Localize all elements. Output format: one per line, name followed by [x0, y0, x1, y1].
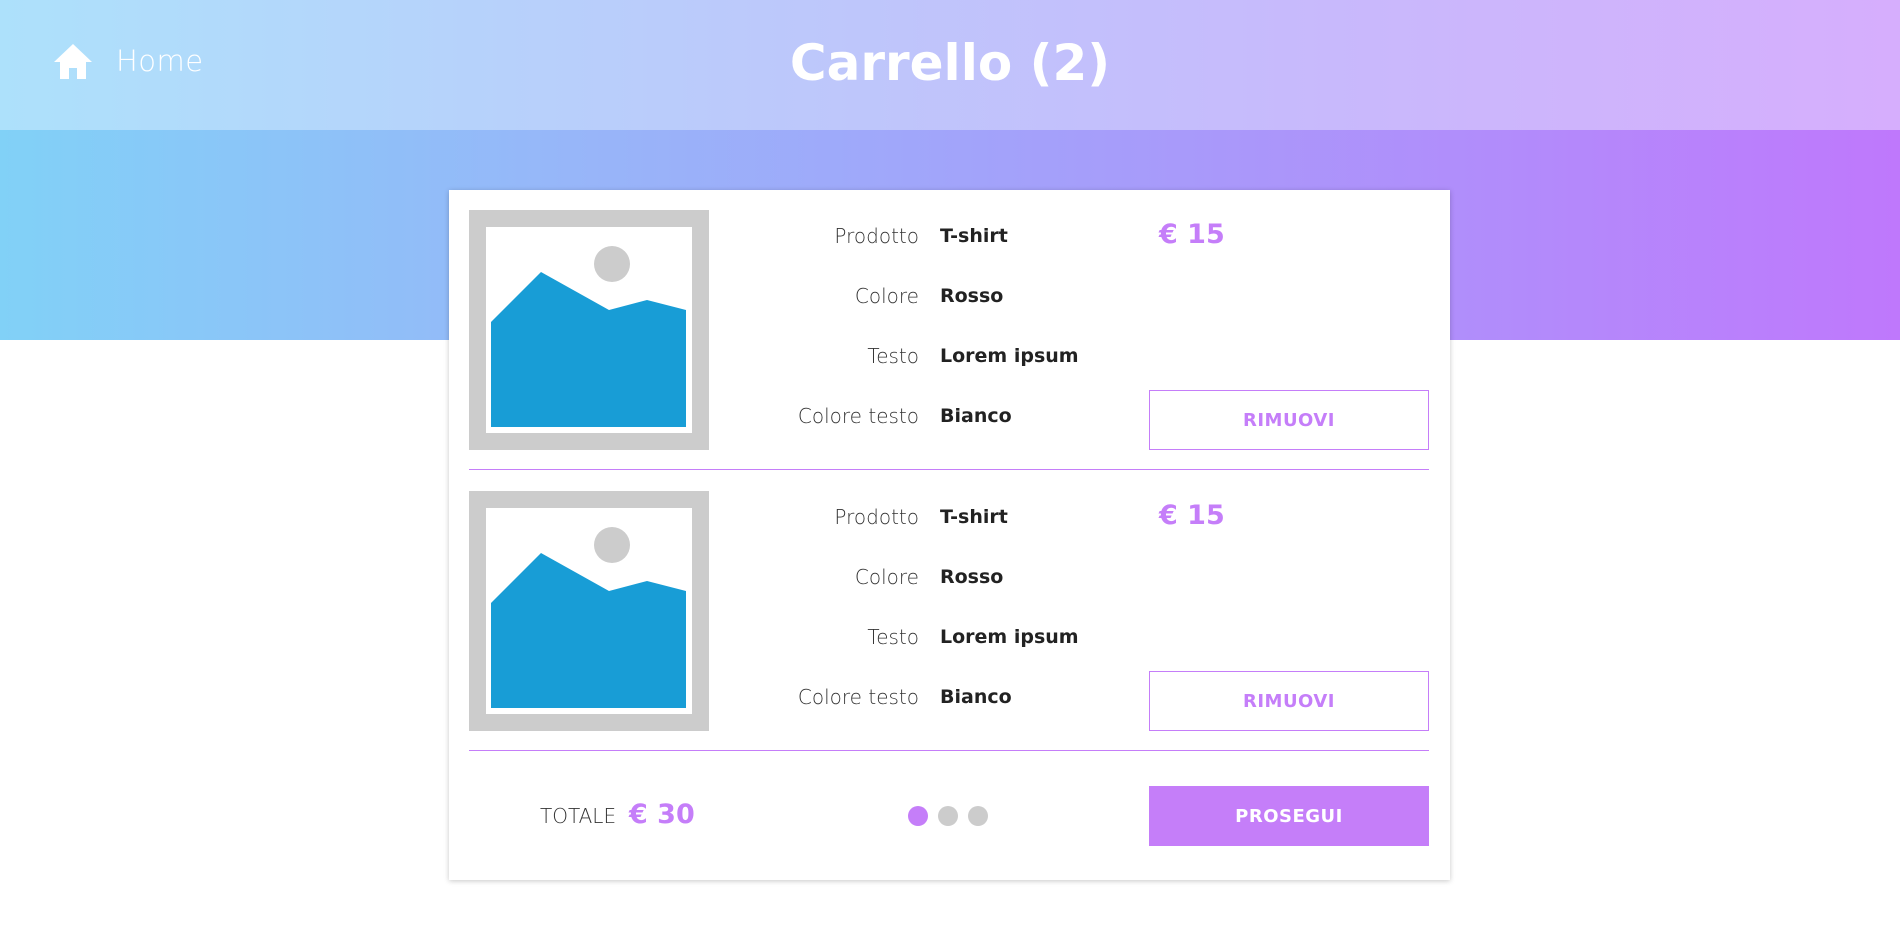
attribute-label: Colore — [854, 565, 919, 589]
cart-card: Prodotto T-shirt Colore Rosso Testo Lore… — [449, 190, 1450, 880]
cart-item: Prodotto T-shirt Colore Rosso Testo Lore… — [469, 491, 1429, 731]
item-price: € 15 — [1159, 500, 1225, 531]
step-indicator — [908, 806, 988, 826]
attribute-value: Rosso — [940, 285, 1004, 307]
attribute-row-colore: Colore Rosso — [719, 562, 1169, 592]
attribute-row-prodotto: Prodotto T-shirt — [719, 221, 1169, 251]
attribute-label: Prodotto — [834, 224, 919, 248]
cart-item: Prodotto T-shirt Colore Rosso Testo Lore… — [469, 210, 1429, 450]
attribute-label: Colore testo — [797, 404, 919, 428]
item-divider — [469, 469, 1429, 470]
image-placeholder-icon — [469, 210, 709, 450]
attribute-value: Lorem ipsum — [940, 345, 1079, 367]
remove-button[interactable]: RIMUOVI — [1149, 390, 1429, 450]
step-dot-active[interactable] — [908, 806, 928, 826]
image-placeholder-icon — [469, 491, 709, 731]
continue-button[interactable]: PROSEGUI — [1149, 786, 1429, 846]
step-dot[interactable] — [968, 806, 988, 826]
attribute-label: Colore testo — [797, 685, 919, 709]
attribute-value: Bianco — [940, 405, 1012, 427]
attribute-label: Prodotto — [834, 505, 919, 529]
page-title: Carrello (2) — [789, 34, 1111, 92]
header-bar: Home Carrello (2) — [0, 0, 1900, 130]
step-dot[interactable] — [938, 806, 958, 826]
item-price: € 15 — [1159, 219, 1225, 250]
item-divider — [469, 750, 1429, 751]
attribute-label: Testo — [867, 625, 919, 649]
attribute-value: Rosso — [940, 566, 1004, 588]
attribute-label: Colore — [854, 284, 919, 308]
attribute-row-colore: Colore Rosso — [719, 281, 1169, 311]
attribute-row-prodotto: Prodotto T-shirt — [719, 502, 1169, 532]
remove-button[interactable]: RIMUOVI — [1149, 671, 1429, 731]
attribute-row-testo: Testo Lorem ipsum — [719, 622, 1169, 652]
attribute-value: T-shirt — [940, 225, 1008, 247]
attribute-value: Lorem ipsum — [940, 626, 1079, 648]
total-value: € 30 — [629, 799, 695, 830]
attribute-row-colore-testo: Colore testo Bianco — [719, 401, 1169, 431]
total-label: TOTALE — [540, 804, 617, 828]
attribute-row-colore-testo: Colore testo Bianco — [719, 682, 1169, 712]
attribute-label: Testo — [867, 344, 919, 368]
attribute-value: T-shirt — [940, 506, 1008, 528]
attribute-row-testo: Testo Lorem ipsum — [719, 341, 1169, 371]
attribute-value: Bianco — [940, 686, 1012, 708]
